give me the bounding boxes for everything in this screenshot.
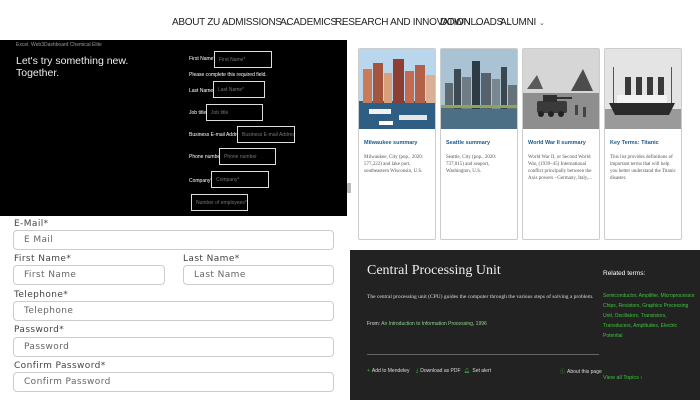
first-name-input[interactable]	[13, 265, 165, 285]
company-field[interactable]	[211, 171, 269, 188]
card-title[interactable]: Seattle summary	[446, 140, 514, 146]
chevron-down-icon: ⌄	[538, 20, 545, 27]
add-to-mendeley-button[interactable]: + Add to Mendeley	[367, 368, 409, 374]
world-war-ii-image	[523, 49, 599, 129]
topic-card-seattle[interactable]: Seattle summary Seattle, City (pop., 202…	[440, 48, 518, 240]
bell-icon: 🔔︎	[464, 368, 471, 374]
panel-kicker: Excel. Web3Dashboard Chemical Elite	[16, 42, 102, 48]
phone-number-field[interactable]	[219, 148, 276, 165]
nav-item-label: ABOUT ZU	[172, 17, 220, 28]
source-link[interactable]: An Introduction to Information Processin…	[381, 321, 487, 327]
nav-item-label: ADMISSIONS	[222, 17, 282, 28]
milwaukee-harbor-image	[359, 49, 435, 129]
nav-item-about[interactable]: ABOUT ZU ⌄	[172, 17, 229, 28]
headline-line: Let's try something new.	[16, 55, 129, 67]
last-name-input[interactable]	[183, 265, 334, 285]
view-all-topics-link[interactable]: View all Topics ›	[603, 375, 642, 381]
employees-select[interactable]	[191, 194, 248, 211]
company-label: Company*	[189, 178, 213, 184]
email-label: E-Mail*	[14, 219, 49, 229]
seattle-skyline-image	[441, 49, 517, 129]
topic-card-milwaukee[interactable]: Milwaukee summary Milwaukee, City (pop.,…	[358, 48, 436, 240]
card-description: World War II, or Second World War, (1939…	[528, 155, 592, 181]
password-input[interactable]	[13, 337, 334, 357]
contact-form-panel: Excel. Web3Dashboard Chemical Elite Let'…	[0, 40, 347, 216]
source-prefix: From:	[367, 321, 382, 327]
last-name-label: Last Name*	[183, 254, 240, 264]
telephone-input[interactable]	[13, 301, 334, 321]
action-label: Set alert	[472, 368, 491, 374]
action-label: Add to Mendeley	[371, 368, 410, 374]
topic-card-titanic[interactable]: Key Terms: Titanic This list provides de…	[604, 48, 682, 240]
download-pdf-button[interactable]: ⤓ Download as PDF	[416, 368, 461, 374]
about-this-page-button[interactable]: ⓘ About this page	[560, 368, 602, 375]
action-label: About this page	[567, 369, 602, 375]
required-field-note: Please complete this required field.	[189, 72, 267, 78]
card-title[interactable]: World War II summary	[528, 140, 596, 146]
last-name-label: Last Name*	[189, 88, 216, 94]
panel-headline: Let's try something new. Together.	[16, 55, 128, 79]
scrollbar-handle[interactable]	[347, 183, 351, 193]
confirm-password-input[interactable]	[13, 372, 334, 392]
card-description: Seattle, City (pop., 2020: 737,015) and …	[446, 155, 497, 174]
card-title[interactable]: Milwaukee summary	[364, 140, 432, 146]
plus-icon: +	[367, 368, 370, 374]
first-name-label: First Name*	[189, 56, 216, 62]
download-icon: ⤓	[416, 368, 419, 374]
first-name-field[interactable]	[214, 51, 272, 68]
nav-item-label: ACADEMICS	[280, 17, 337, 28]
nav-item-label: DOWNLOADS	[440, 17, 503, 28]
card-description: Milwaukee, City (pop., 2020: 577,222) an…	[364, 155, 424, 174]
headline-line: Together.	[16, 67, 60, 79]
job-title-label: Job title	[189, 110, 207, 116]
definition-title: Central Processing Unit	[367, 263, 501, 278]
info-icon: ⓘ	[560, 369, 566, 375]
nav-item-alumni[interactable]: ALUMNI ⌄	[500, 17, 545, 28]
card-title[interactable]: Key Terms: Titanic	[610, 140, 678, 146]
set-alert-button[interactable]: 🔔︎ Set alert	[464, 368, 491, 374]
definition-source: From: An Introduction to Information Pro…	[367, 321, 487, 327]
topic-card-world-war-ii[interactable]: World War II summary World War II, or Se…	[522, 48, 600, 240]
divider	[367, 354, 599, 355]
definition-body: The central processing unit (CPU) guides…	[367, 294, 594, 300]
email-input[interactable]	[13, 230, 334, 250]
job-title-field[interactable]	[206, 104, 263, 121]
chevron-right-icon: ›	[640, 375, 643, 381]
telephone-label: Telephone*	[14, 290, 69, 300]
first-name-label: First Name*	[14, 254, 72, 264]
card-description: This list provides definitions of import…	[610, 155, 676, 181]
nav-item-label: ALUMNI	[500, 17, 536, 28]
related-terms-heading: Related terms:	[603, 270, 646, 277]
action-label: Download as PDF	[420, 368, 461, 374]
definition-panel: Central Processing Unit The central proc…	[350, 250, 700, 400]
titanic-ship-image	[605, 49, 681, 129]
business-email-field[interactable]	[237, 126, 295, 143]
confirm-password-label: Confirm Password*	[14, 361, 106, 371]
phone-number-label: Phone number	[189, 154, 222, 160]
related-terms-list[interactable]: Semiconductor, Amplifier, Microprocessor…	[603, 291, 695, 341]
last-name-field[interactable]	[213, 81, 265, 98]
password-label: Password*	[14, 325, 65, 335]
view-all-label: View all Topics	[603, 375, 639, 381]
